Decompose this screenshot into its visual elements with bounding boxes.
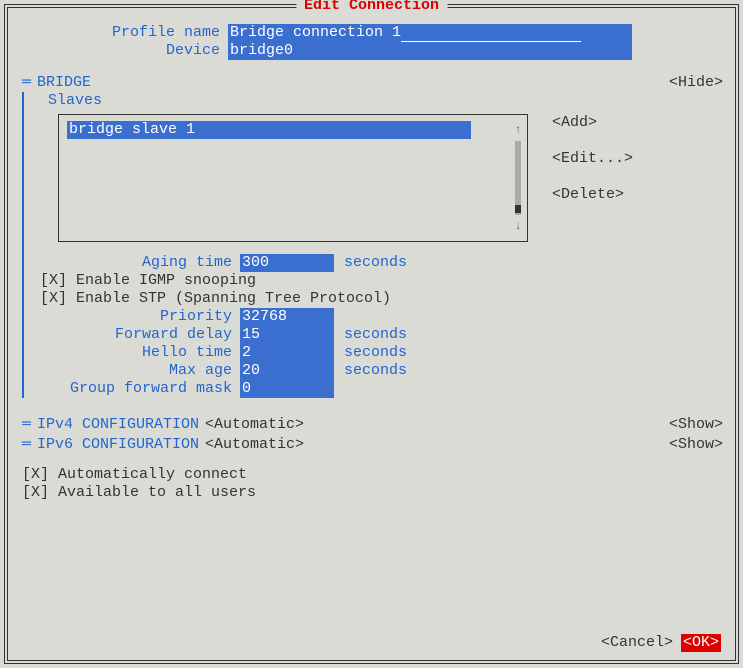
forward-delay-input[interactable]: 15 <box>240 326 334 344</box>
ipv6-expand-icon[interactable]: ═ <box>22 436 31 454</box>
slaves-listbox[interactable]: bridge slave 1 ↑ ↓ <box>58 114 528 242</box>
add-slave-button[interactable]: <Add> <box>552 114 633 132</box>
profile-name-input[interactable]: Bridge connection 1 <box>228 24 632 42</box>
igmp-checkbox[interactable]: [X] Enable IGMP snooping <box>40 272 723 290</box>
scroll-down-icon[interactable]: ↓ <box>514 217 521 235</box>
ipv6-mode-select[interactable]: <Automatic> <box>205 436 304 454</box>
group-forward-mask-input[interactable]: 0 <box>240 380 334 398</box>
bridge-hide-button[interactable]: <Hide> <box>669 74 723 92</box>
slaves-label: Slaves <box>48 92 723 110</box>
window-title: Edit Connection <box>296 0 447 15</box>
hello-unit: seconds <box>344 344 407 362</box>
group-forward-mask-label: Group forward mask <box>32 380 240 398</box>
ipv4-mode-select[interactable]: <Automatic> <box>205 416 304 434</box>
device-label: Device <box>20 42 228 60</box>
stp-checkbox[interactable]: [X] Enable STP (Spanning Tree Protocol) <box>40 290 723 308</box>
slave-item[interactable]: bridge slave 1 <box>67 121 471 139</box>
ok-button[interactable]: <OK> <box>681 634 721 652</box>
autoconnect-checkbox[interactable]: [X] Automatically connect <box>22 466 723 484</box>
scroll-up-icon[interactable]: ↑ <box>514 121 521 139</box>
priority-input[interactable]: 32768 <box>240 308 334 326</box>
aging-unit: seconds <box>344 254 407 272</box>
slaves-scrollbar[interactable]: ↑ ↓ <box>513 121 523 235</box>
hello-time-label: Hello time <box>32 344 240 362</box>
maxage-unit: seconds <box>344 362 407 380</box>
hello-time-input[interactable]: 2 <box>240 344 334 362</box>
fwd-unit: seconds <box>344 326 407 344</box>
ipv4-expand-icon[interactable]: ═ <box>22 416 31 434</box>
priority-label: Priority <box>32 308 240 326</box>
delete-slave-button[interactable]: <Delete> <box>552 186 633 204</box>
max-age-input[interactable]: 20 <box>240 362 334 380</box>
max-age-label: Max age <box>32 362 240 380</box>
edit-slave-button[interactable]: <Edit...> <box>552 150 633 168</box>
forward-delay-label: Forward delay <box>32 326 240 344</box>
cancel-button[interactable]: <Cancel> <box>601 634 673 652</box>
profile-name-label: Profile name <box>20 24 228 42</box>
ipv4-show-button[interactable]: <Show> <box>669 416 723 434</box>
aging-time-label: Aging time <box>32 254 240 272</box>
ipv4-label: IPv4 CONFIGURATION <box>37 416 199 434</box>
device-input[interactable]: bridge0 <box>228 42 632 60</box>
aging-time-input[interactable]: 300 <box>240 254 334 272</box>
allusers-checkbox[interactable]: [X] Available to all users <box>22 484 723 502</box>
bridge-heading: BRIDGE <box>37 74 91 92</box>
bridge-dash-icon: ═ <box>22 74 31 92</box>
ipv6-show-button[interactable]: <Show> <box>669 436 723 454</box>
ipv6-label: IPv6 CONFIGURATION <box>37 436 199 454</box>
